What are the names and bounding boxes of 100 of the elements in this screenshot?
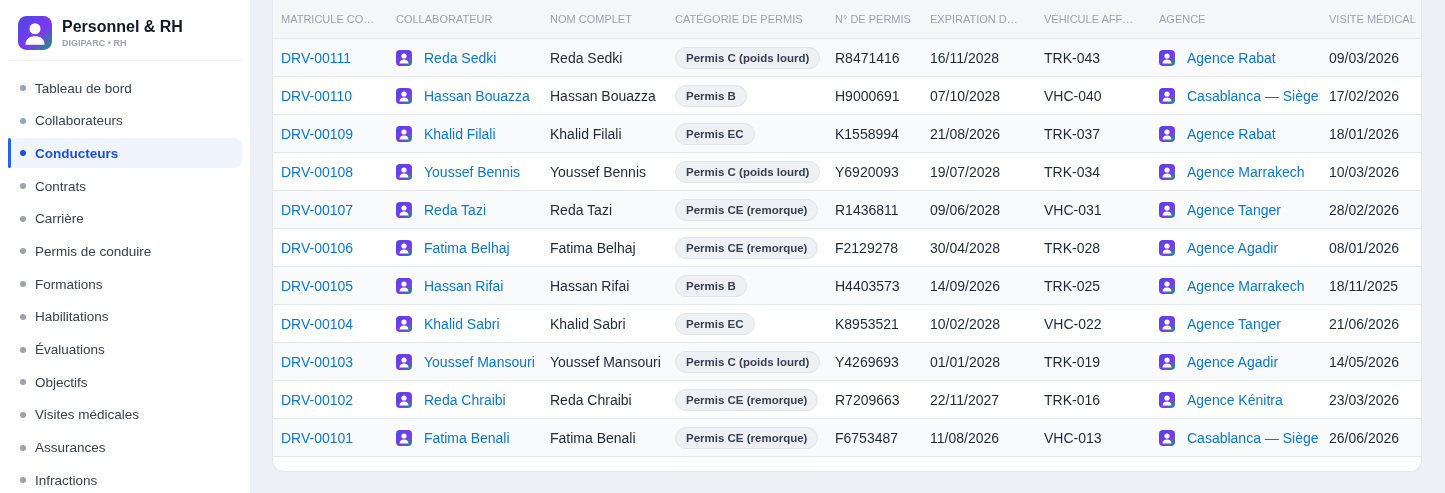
table-cell: 14/05/2026 <box>1329 353 1400 370</box>
agency-icon <box>1159 391 1175 408</box>
table-cell: H9000691 <box>835 87 900 104</box>
table-cell: 01/01/2028 <box>930 353 1001 370</box>
table-cell: Fatima Belhaj <box>550 239 636 256</box>
sidebar-item[interactable]: Collaborateurs <box>8 105 242 136</box>
agency-icon <box>1159 125 1175 142</box>
sidebar-item[interactable]: Assurances <box>8 432 242 463</box>
collaborator-link[interactable]: Reda Chraibi <box>424 391 506 408</box>
table-cell: Khalid Sabri <box>550 315 626 332</box>
column-header: COLLABORATEUR <box>388 0 542 39</box>
collaborator-link[interactable]: Youssef Bennis <box>424 163 520 180</box>
table-cell: R7209663 <box>835 391 900 408</box>
collaborator-link[interactable]: Khalid Sabri <box>424 315 500 332</box>
table-cell: 10/02/2028 <box>930 315 1001 332</box>
table-cell: Fatima Benali <box>550 429 636 446</box>
avatar-icon <box>396 201 412 218</box>
sidebar-item[interactable]: Visites médicales <box>8 399 242 430</box>
agency-icon <box>1159 49 1175 66</box>
matricule-link[interactable]: DRV-00106 <box>281 239 354 256</box>
sidebar-item[interactable]: Évaluations <box>8 334 242 365</box>
column-header: NOM COMPLET <box>542 0 667 39</box>
license-category-badge: Permis C (poids lourd) <box>675 350 821 373</box>
avatar-icon <box>396 277 412 294</box>
avatar-icon <box>396 87 412 104</box>
table-cell: 09/06/2028 <box>930 201 1001 218</box>
logo-icon <box>18 16 52 50</box>
matricule-link[interactable]: DRV-00102 <box>281 391 354 408</box>
column-header: VISITE MÉDICAL <box>1321 0 1421 39</box>
collaborator-link[interactable]: Fatima Belhaj <box>424 239 510 256</box>
agency-icon <box>1159 277 1175 294</box>
license-category-badge: Permis CE (remorque) <box>675 426 819 449</box>
table-cell: Khalid Filali <box>550 125 622 142</box>
table-cell: Youssef Mansouri <box>550 353 661 370</box>
table-cell: TRK-028 <box>1044 239 1101 256</box>
table-cell: 10/03/2026 <box>1329 163 1400 180</box>
agency-icon <box>1159 163 1175 180</box>
license-category-badge: Permis B <box>675 274 747 297</box>
table-cell: F6753487 <box>835 429 899 446</box>
table-cell: 17/02/2026 <box>1329 87 1400 104</box>
agency-icon <box>1159 201 1175 218</box>
table-cell: H4403573 <box>835 277 900 294</box>
sidebar-item[interactable]: Carrière <box>8 203 242 234</box>
table-cell: 16/11/2028 <box>930 49 1000 66</box>
table-cell: TRK-034 <box>1044 163 1101 180</box>
table-cell: VHC-040 <box>1044 87 1102 104</box>
column-header: VÉHICULE AFF… <box>1036 0 1151 39</box>
agency-link[interactable]: Casablanca — Siège <box>1187 87 1319 104</box>
agency-link[interactable]: Agence Tanger <box>1187 315 1281 332</box>
column-header: MATRICULE CO… <box>273 0 388 39</box>
table-cell: F2129278 <box>835 239 899 256</box>
sidebar-item[interactable]: Contrats <box>8 171 242 202</box>
table-cell: Hassan Rifai <box>550 277 630 294</box>
table-cell: Youssef Bennis <box>550 163 646 180</box>
table-cell: TRK-025 <box>1044 277 1101 294</box>
table-cell: 30/04/2028 <box>930 239 1001 256</box>
agency-icon <box>1159 429 1175 446</box>
table-cell: 09/03/2026 <box>1329 49 1400 66</box>
table-cell: 14/09/2026 <box>930 277 1001 294</box>
avatar-icon <box>396 125 412 142</box>
table-cell: 19/07/2028 <box>930 163 1001 180</box>
table-cell: 26/06/2026 <box>1329 429 1400 446</box>
table-cell: Reda Chraibi <box>550 391 632 408</box>
table-cell: 08/01/2026 <box>1329 239 1400 256</box>
agency-link[interactable]: Agence Kénitra <box>1187 391 1283 408</box>
column-header: N° DE PERMIS <box>827 0 922 39</box>
sidebar-item[interactable]: Infractions <box>8 465 242 493</box>
table-cell: Y6920093 <box>835 163 899 180</box>
sidebar-item[interactable]: Formations <box>8 269 242 300</box>
table-cell: 22/11/2027 <box>930 391 1000 408</box>
table-cell: TRK-019 <box>1044 353 1101 370</box>
license-category-badge: Permis CE (remorque) <box>675 388 819 411</box>
table-cell: 21/08/2026 <box>930 125 1001 142</box>
table-cell: Reda Tazi <box>550 201 612 218</box>
license-category-badge: Permis C (poids lourd) <box>675 160 821 183</box>
column-header: EXPIRATION D… <box>922 0 1036 39</box>
table-cell: K8953521 <box>835 315 899 332</box>
sidebar-item[interactable]: Habilitations <box>8 301 242 332</box>
license-category-badge: Permis CE (remorque) <box>675 236 819 259</box>
table-cell: 07/10/2028 <box>930 87 1001 104</box>
agency-icon <box>1159 87 1175 104</box>
sidebar-item[interactable]: Conducteurs <box>8 138 242 169</box>
agency-link[interactable]: Agence Agadir <box>1187 239 1279 256</box>
collaborator-link[interactable]: Reda Tazi <box>424 201 486 218</box>
table-cell: 18/11/2025 <box>1329 277 1399 294</box>
matricule-link[interactable]: DRV-00110 <box>281 87 353 104</box>
matricule-link[interactable]: DRV-00104 <box>281 315 354 332</box>
agency-link[interactable]: Agence Marrakech <box>1187 163 1305 180</box>
license-category-badge: Permis EC <box>675 122 755 145</box>
agency-icon <box>1159 353 1175 370</box>
sidebar-item[interactable]: Objectifs <box>8 367 242 398</box>
agency-icon <box>1159 239 1175 256</box>
table-cell: 11/08/2026 <box>930 429 1000 446</box>
table-cell: 21/06/2026 <box>1329 315 1400 332</box>
sidebar-item[interactable]: Tableau de bord <box>8 73 242 103</box>
collaborator-link[interactable]: Hassan Bouazza <box>424 87 530 104</box>
table-cell: TRK-037 <box>1044 125 1101 142</box>
matricule-link[interactable]: DRV-00108 <box>281 163 354 180</box>
sidebar-item[interactable]: Permis de conduire <box>8 236 242 267</box>
table-cell: VHC-013 <box>1044 429 1102 446</box>
